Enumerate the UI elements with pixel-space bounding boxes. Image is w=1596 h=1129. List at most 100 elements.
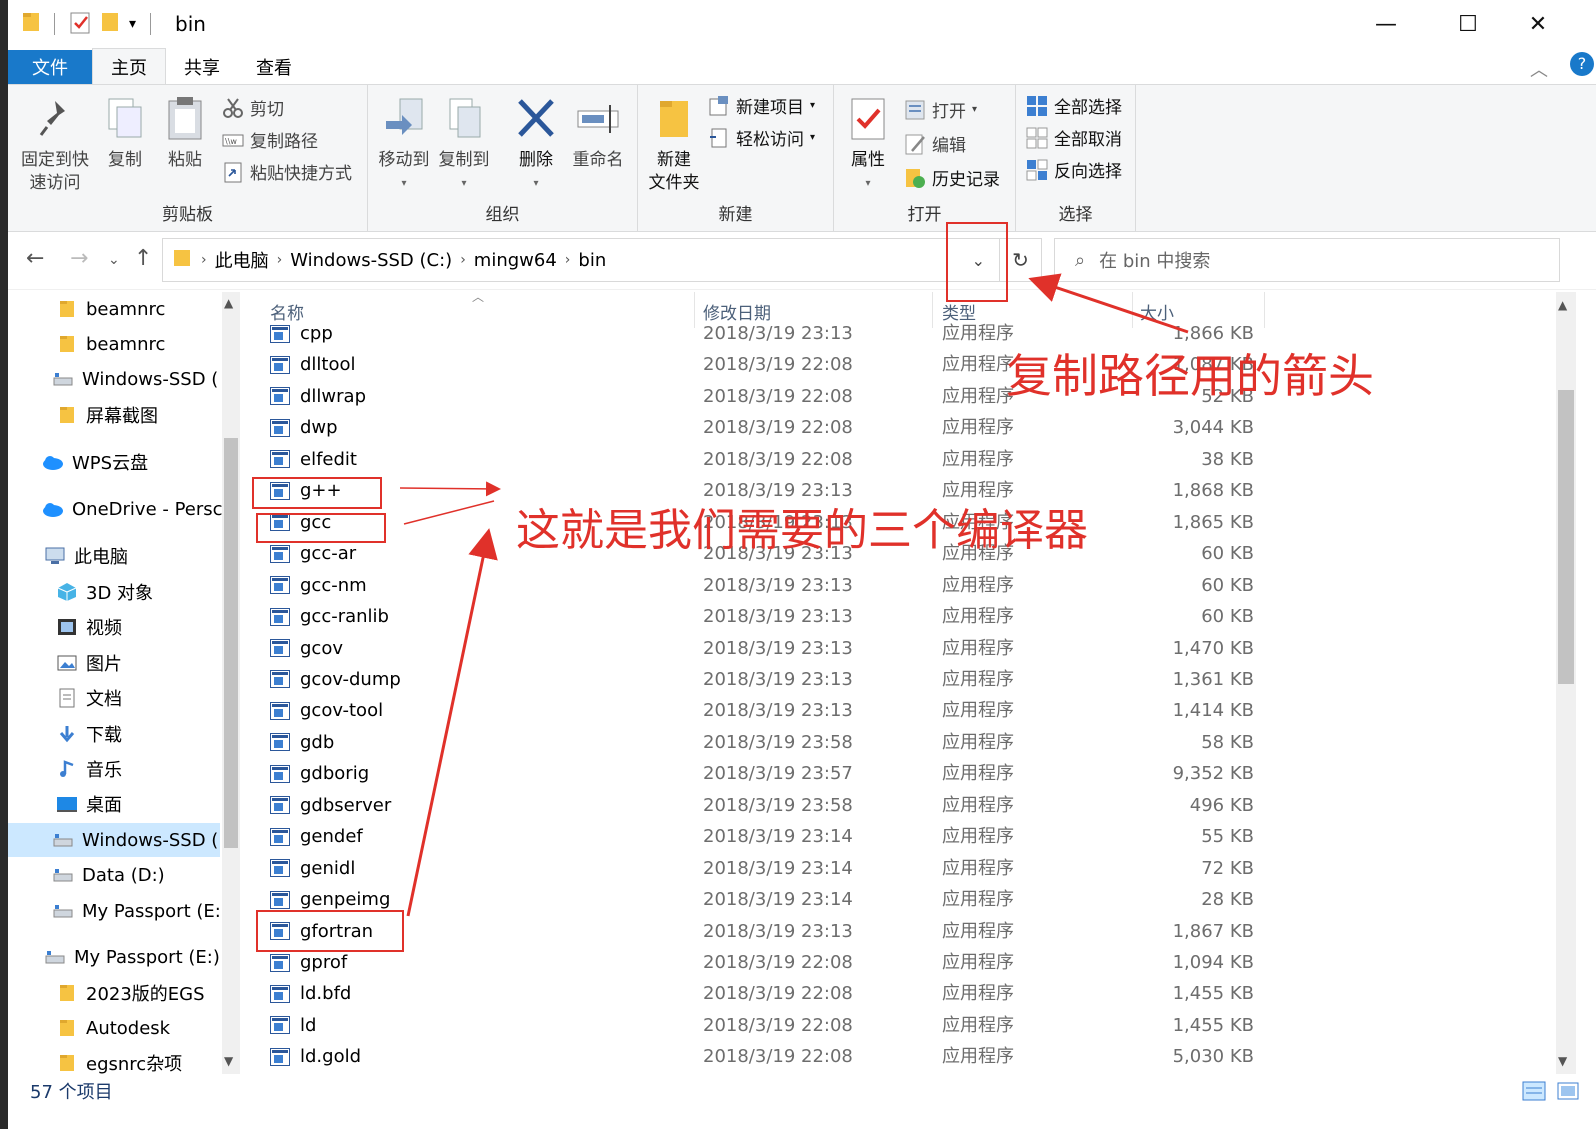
path-box[interactable]: › 此电脑 › Windows-SSD (C:) › mingw64 › bin… <box>162 238 1000 282</box>
file-type: 应用程序 <box>942 385 1014 407</box>
file-row[interactable]: gcc-ranlib 2018/3/19 23:13 应用程序 60 KB <box>240 601 1300 632</box>
nav-item[interactable]: WPS云盘 <box>42 445 240 479</box>
delete-button[interactable]: 删除 ▾ <box>512 95 560 195</box>
nav-item[interactable]: 音乐 <box>56 752 240 786</box>
file-row[interactable]: gcov-dump 2018/3/19 23:13 应用程序 1,361 KB <box>240 664 1300 695</box>
breadcrumb-chevron-icon[interactable]: › <box>460 252 466 268</box>
details-view-icon[interactable] <box>1522 1080 1546 1107</box>
nav-item[interactable]: My Passport (E:) <box>44 940 240 974</box>
breadcrumb-chevron-icon[interactable]: › <box>565 252 571 268</box>
list-scroll-down-icon[interactable]: ▼ <box>1558 1054 1567 1068</box>
nav-item[interactable]: OneDrive - Persc <box>42 492 240 526</box>
copy-button[interactable]: 复制 <box>100 95 150 172</box>
nav-item[interactable]: 桌面 <box>56 787 240 821</box>
nav-item[interactable]: 3D 对象 <box>56 575 240 609</box>
breadcrumb-this-pc[interactable]: 此电脑 <box>215 247 269 273</box>
close-button[interactable]: ✕ <box>1504 0 1572 48</box>
nav-item[interactable]: 文档 <box>56 681 240 715</box>
nav-scrollbar-thumb[interactable] <box>224 438 238 848</box>
properties-quick-icon[interactable] <box>69 10 91 38</box>
tab-view[interactable]: 查看 <box>238 50 310 84</box>
file-row[interactable]: gendef 2018/3/19 23:14 应用程序 55 KB <box>240 821 1300 852</box>
nav-item[interactable]: Autodesk <box>56 1011 240 1045</box>
large-icons-view-icon[interactable] <box>1556 1080 1580 1107</box>
tab-file[interactable]: 文件 <box>8 50 92 84</box>
move-to-button[interactable]: 移动到 ▾ <box>376 95 432 195</box>
nav-item[interactable]: 视频 <box>56 610 240 644</box>
tab-home[interactable]: 主页 <box>92 48 166 84</box>
file-row[interactable]: ld 2018/3/19 22:08 应用程序 1,455 KB <box>240 1010 1300 1041</box>
computer-icon <box>44 546 66 566</box>
pin-quick-access-button[interactable]: 固定到快 速访问 <box>18 95 92 195</box>
minimize-button[interactable]: — <box>1352 0 1420 48</box>
new-group-label: 新建 <box>718 205 753 225</box>
file-row[interactable]: genidl 2018/3/19 23:14 应用程序 72 KB <box>240 853 1300 884</box>
nav-item[interactable]: 2023版的EGS <box>56 976 240 1010</box>
select-all-button[interactable]: 全部选择 <box>1026 93 1122 118</box>
nav-scroll-up-icon[interactable]: ▲ <box>224 296 233 310</box>
file-row[interactable]: dwp 2018/3/19 22:08 应用程序 3,044 KB <box>240 412 1300 443</box>
file-row[interactable]: gcov 2018/3/19 23:13 应用程序 1,470 KB <box>240 633 1300 664</box>
file-type: 应用程序 <box>942 920 1014 942</box>
file-row[interactable]: gdb 2018/3/19 23:58 应用程序 58 KB <box>240 727 1300 758</box>
forward-arrow-icon[interactable]: → <box>70 246 88 271</box>
select-none-button[interactable]: 全部取消 <box>1026 125 1122 150</box>
up-arrow-icon[interactable]: ↑ <box>134 246 152 271</box>
breadcrumb-chevron-icon[interactable]: › <box>277 252 283 268</box>
select-all-label: 全部选择 <box>1054 98 1122 118</box>
file-row[interactable]: gdbserver 2018/3/19 23:58 应用程序 496 KB <box>240 790 1300 821</box>
copy-to-button[interactable]: 复制到 ▾ <box>436 95 492 195</box>
maximize-button[interactable]: ☐ <box>1434 0 1502 48</box>
customize-quick-access-icon[interactable]: ▾ <box>129 16 136 32</box>
nav-item[interactable]: Windows-SSD ( <box>52 362 240 396</box>
nav-item[interactable]: My Passport (E: <box>52 894 240 928</box>
breadcrumb-bin[interactable]: bin <box>578 250 606 271</box>
nav-item[interactable]: 此电脑 <box>44 539 240 573</box>
paste-shortcut-button[interactable]: 粘贴快捷方式 <box>222 159 352 184</box>
file-row[interactable]: ld.gold 2018/3/19 22:08 应用程序 5,030 KB <box>240 1041 1300 1072</box>
search-input[interactable]: ⌕ 在 bin 中搜索 <box>1054 238 1560 282</box>
ribbon: 固定到快 速访问 复制 粘贴 剪切 \\w 复制路径 粘贴快捷方式 剪贴板 移动到… <box>8 84 1596 232</box>
tab-share[interactable]: 共享 <box>166 50 238 84</box>
invert-selection-button[interactable]: 反向选择 <box>1026 157 1122 182</box>
breadcrumb-mingw64[interactable]: mingw64 <box>474 250 557 271</box>
nav-item[interactable]: 下载 <box>56 717 240 751</box>
new-folder-button[interactable]: 新建 文件夹 <box>642 95 706 195</box>
paste-button[interactable]: 粘贴 <box>160 95 210 172</box>
nav-item-label: My Passport (E:) <box>74 946 220 968</box>
nav-item[interactable]: Windows-SSD ( <box>8 823 220 857</box>
file-row[interactable]: ld.bfd 2018/3/19 22:08 应用程序 1,455 KB <box>240 978 1300 1009</box>
list-scroll-up-icon[interactable]: ▲ <box>1558 298 1567 312</box>
new-item-button[interactable]: 新建项目 ▾ <box>708 93 815 118</box>
open-button[interactable]: 打开 ▾ <box>904 97 977 122</box>
file-date: 2018/3/19 23:13 <box>703 606 853 628</box>
properties-button[interactable]: 属性 ▾ <box>842 95 894 195</box>
help-icon[interactable]: ? <box>1570 52 1594 76</box>
file-list-scrollbar-thumb[interactable] <box>1558 390 1574 684</box>
file-row[interactable]: gdborig 2018/3/19 23:57 应用程序 9,352 KB <box>240 758 1300 789</box>
recent-locations-icon[interactable]: ⌄ <box>108 252 120 268</box>
nav-item[interactable]: beamnrc <box>56 327 240 361</box>
breadcrumb-chevron-icon[interactable]: › <box>201 252 207 268</box>
file-name: ld.gold <box>300 1046 362 1068</box>
back-arrow-icon[interactable]: ← <box>26 246 44 271</box>
nav-item[interactable]: 屏幕截图 <box>56 398 240 432</box>
cut-button[interactable]: 剪切 <box>222 95 284 120</box>
new-folder-label-2: 文件夹 <box>648 173 700 193</box>
nav-item[interactable]: Data (D:) <box>52 858 240 892</box>
file-row[interactable]: elfedit 2018/3/19 22:08 应用程序 38 KB <box>240 444 1300 475</box>
copy-path-button[interactable]: \\w 复制路径 <box>222 127 318 152</box>
new-folder-quick-icon[interactable] <box>101 11 119 37</box>
collapse-ribbon-icon[interactable]: ︿ <box>1530 56 1548 82</box>
nav-scroll-down-icon[interactable]: ▼ <box>224 1054 233 1068</box>
easy-access-button[interactable]: 轻松访问 ▾ <box>708 125 815 150</box>
edit-button[interactable]: 编辑 <box>904 131 966 156</box>
nav-item[interactable]: 图片 <box>56 646 240 680</box>
history-button[interactable]: 历史记录 <box>904 165 1000 190</box>
rename-button[interactable]: 重命名 <box>566 95 630 172</box>
nav-item[interactable]: egsnrc杂项 <box>56 1046 240 1074</box>
file-row[interactable]: gcc-nm 2018/3/19 23:13 应用程序 60 KB <box>240 570 1300 601</box>
breadcrumb-drive-c[interactable]: Windows-SSD (C:) <box>290 250 452 271</box>
file-row[interactable]: gcov-tool 2018/3/19 23:13 应用程序 1,414 KB <box>240 695 1300 726</box>
nav-item[interactable]: beamnrc <box>56 292 240 326</box>
